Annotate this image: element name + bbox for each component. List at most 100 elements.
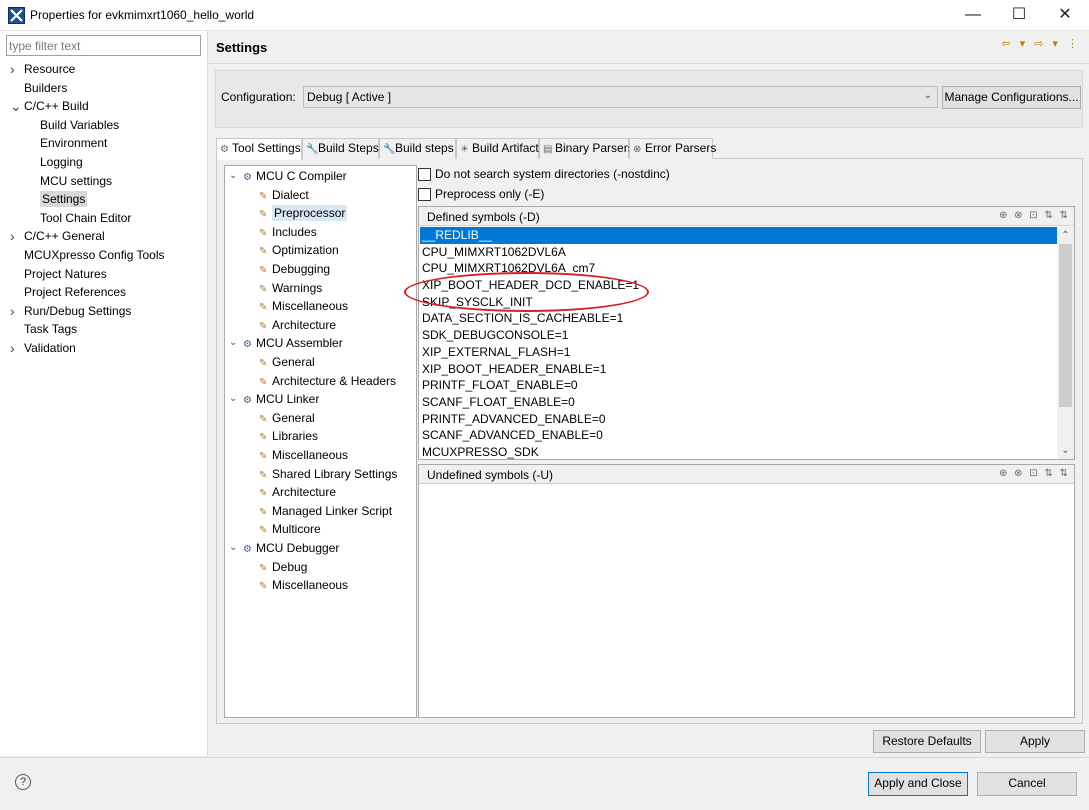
- tool-settings-icon: ⚙: [220, 144, 229, 155]
- tool-category[interactable]: ⚙ MCU Debugger: [243, 539, 339, 557]
- tool-option-page[interactable]: ✎ Dialect: [259, 186, 309, 204]
- tab-label: Tool Settings: [232, 141, 301, 155]
- filter-input[interactable]: type filter text: [6, 35, 201, 56]
- cancel-button[interactable]: Cancel: [977, 772, 1077, 796]
- preprocess-only-option[interactable]: Preprocess only (-E): [418, 187, 544, 203]
- symbol-row[interactable]: PRINTF_FLOAT_ENABLE=0: [420, 377, 1057, 394]
- nav-item[interactable]: MCUXpresso Config Tools: [24, 246, 165, 264]
- preprocess-only-checkbox[interactable]: [418, 188, 431, 202]
- nav-item[interactable]: ⌄ C/C++ Build: [10, 97, 89, 115]
- nav-item[interactable]: › C/C++ General: [10, 227, 105, 245]
- tool-option-page[interactable]: ✎ Miscellaneous: [259, 446, 348, 464]
- symbol-row[interactable]: PRINTF_ADVANCED_ENABLE=0: [420, 411, 1057, 428]
- chevron-down-icon[interactable]: ⌄: [229, 393, 237, 404]
- nav-item[interactable]: Tool Chain Editor: [40, 209, 131, 227]
- tool-option-page[interactable]: ✎ Libraries: [259, 427, 318, 445]
- chevron-right-icon[interactable]: ›: [10, 302, 20, 320]
- symbol-row[interactable]: XIP_BOOT_HEADER_ENABLE=1: [420, 361, 1057, 378]
- tab-binary-parsers[interactable]: ▤ Binary Parsers: [539, 138, 634, 159]
- symbol-row[interactable]: XIP_EXTERNAL_FLASH=1: [420, 344, 1057, 361]
- symbol-row[interactable]: MCUXPRESSO_SDK: [420, 444, 1057, 461]
- tool-option-page[interactable]: ✎ Debug: [259, 558, 307, 576]
- chevron-down-icon[interactable]: ⌄: [229, 337, 237, 348]
- chevron-right-icon[interactable]: ›: [10, 339, 20, 357]
- tool-category[interactable]: ⚙ MCU C Compiler: [243, 167, 347, 185]
- symbol-row[interactable]: DATA_SECTION_IS_CACHEABLE=1: [420, 310, 1057, 327]
- symbol-row[interactable]: CPU_MIMXRT1062DVL6A_cm7: [420, 260, 1057, 277]
- scroll-down-icon[interactable]: ⌄: [1057, 442, 1074, 459]
- apply-and-close-button[interactable]: Apply and Close: [868, 772, 968, 796]
- symbol-row[interactable]: XIP_BOOT_HEADER_DCD_ENABLE=1: [420, 277, 1057, 294]
- configuration-select[interactable]: Debug [ Active ] ⌄: [303, 86, 938, 108]
- tool-option-page[interactable]: ✎ General: [259, 353, 315, 371]
- symbol-row[interactable]: SCANF_FLOAT_ENABLE=0: [420, 394, 1057, 411]
- tool-option-page[interactable]: ✎ Preprocessor: [259, 204, 348, 222]
- defined-symbols-toolbar-icons[interactable]: ⊕ ⊗ ⊡ ⇅ ⇅: [999, 210, 1070, 221]
- tool-option-page[interactable]: ✎ General: [259, 409, 315, 427]
- tab-build-steps[interactable]: 🔧Build Steps: [302, 138, 379, 159]
- tool-option-page[interactable]: ✎ Includes: [259, 223, 317, 241]
- error-parser-icon: ⊗: [633, 144, 642, 155]
- nav-item[interactable]: Logging: [40, 153, 83, 171]
- maximize-button[interactable]: ☐: [996, 0, 1042, 30]
- restore-defaults-button[interactable]: Restore Defaults: [873, 730, 981, 753]
- manage-configurations-button[interactable]: Manage Configurations...: [942, 86, 1081, 109]
- tool-item-label: Preprocessor: [272, 205, 348, 222]
- chevron-down-icon[interactable]: ⌄: [10, 97, 22, 115]
- defined-symbols-scrollbar[interactable]: ⌃ ⌄: [1057, 227, 1074, 459]
- apply-button[interactable]: Apply: [985, 730, 1085, 753]
- tool-item-label: Architecture: [272, 485, 337, 500]
- tab-tool-settings[interactable]: ⚙ Tool Settings: [216, 138, 302, 160]
- nav-item[interactable]: Project Natures: [24, 265, 107, 283]
- tool-category[interactable]: ⚙ MCU Assembler: [243, 334, 343, 352]
- tool-option-page[interactable]: ✎ Shared Library Settings: [259, 465, 397, 483]
- nav-item[interactable]: Builders: [24, 79, 67, 97]
- nav-item[interactable]: Environment: [40, 134, 107, 152]
- tool-option-page[interactable]: ✎ Warnings: [259, 279, 322, 297]
- chevron-right-icon[interactable]: ›: [10, 60, 20, 78]
- symbol-row[interactable]: SKIP_SYSCLK_INIT: [420, 294, 1057, 311]
- tool-category[interactable]: ⚙ MCU Linker: [243, 390, 319, 408]
- nostdinc-checkbox[interactable]: [418, 168, 431, 182]
- nav-item[interactable]: Project References: [24, 283, 126, 301]
- nav-item[interactable]: Build Variables: [40, 116, 119, 134]
- tab-error-parsers[interactable]: ⊗ Error Parsers: [629, 138, 716, 159]
- minimize-button[interactable]: —: [950, 0, 996, 30]
- symbol-row[interactable]: SCANF_ADVANCED_ENABLE=0: [420, 427, 1057, 444]
- scroll-thumb[interactable]: [1059, 244, 1072, 407]
- nav-item[interactable]: › Validation: [10, 339, 76, 357]
- help-icon[interactable]: ?: [15, 774, 31, 790]
- tool-option-page[interactable]: ✎ Managed Linker Script: [259, 502, 392, 520]
- chevron-down-icon[interactable]: ⌄: [229, 542, 237, 553]
- scroll-up-icon[interactable]: ⌃: [1057, 227, 1074, 244]
- tool-option-page[interactable]: ✎ Optimization: [259, 241, 339, 259]
- artifact-icon: ☀: [460, 144, 469, 155]
- undefined-symbols-toolbar-icons[interactable]: ⊕ ⊗ ⊡ ⇅ ⇅: [999, 468, 1070, 479]
- nav-item[interactable]: MCU settings: [40, 172, 112, 190]
- nav-item[interactable]: › Run/Debug Settings: [10, 302, 131, 320]
- nav-item[interactable]: Task Tags: [24, 320, 77, 338]
- symbol-row[interactable]: CPU_MIMXRT1062DVL6A: [420, 244, 1057, 261]
- tool-option-page[interactable]: ✎ Debugging: [259, 260, 330, 278]
- nav-item[interactable]: › Resource: [10, 60, 75, 78]
- tab-build-steps[interactable]: 🔧Build steps: [379, 138, 456, 159]
- close-button[interactable]: ✕: [1042, 0, 1088, 30]
- history-nav-icons[interactable]: ⇦ ▾ ⇨ ▾ ⋮: [1001, 37, 1081, 50]
- chevron-down-icon[interactable]: ⌄: [229, 170, 237, 181]
- defined-symbols-list[interactable]: __REDLIB__ CPU_MIMXRT1062DVL6A CPU_MIMXRT1…: [420, 227, 1057, 461]
- tool-option-page[interactable]: ✎ Architecture & Headers: [259, 372, 396, 390]
- undefined-symbols-header: Undefined symbols (-U) ⊕ ⊗ ⊡ ⇅ ⇅: [419, 465, 1074, 484]
- nav-item[interactable]: Settings: [40, 190, 88, 208]
- nostdinc-option[interactable]: Do not search system directories (-nostd…: [418, 167, 670, 183]
- tool-gear-icon: ⚙: [243, 339, 252, 351]
- tool-option-page[interactable]: ✎ Architecture: [259, 483, 336, 501]
- chevron-right-icon[interactable]: ›: [10, 227, 20, 245]
- tab-build-artifact[interactable]: ☀ Build Artifact: [456, 138, 539, 159]
- tool-option-page[interactable]: ✎ Miscellaneous: [259, 576, 348, 594]
- tool-option-page[interactable]: ✎ Miscellaneous: [259, 297, 348, 315]
- tool-option-page[interactable]: ✎ Multicore: [259, 520, 321, 538]
- tool-item-label: MCU Debugger: [256, 541, 340, 555]
- symbol-row[interactable]: SDK_DEBUGCONSOLE=1: [420, 327, 1057, 344]
- symbol-row[interactable]: __REDLIB__: [420, 227, 1057, 244]
- tool-option-page[interactable]: ✎ Architecture: [259, 316, 336, 334]
